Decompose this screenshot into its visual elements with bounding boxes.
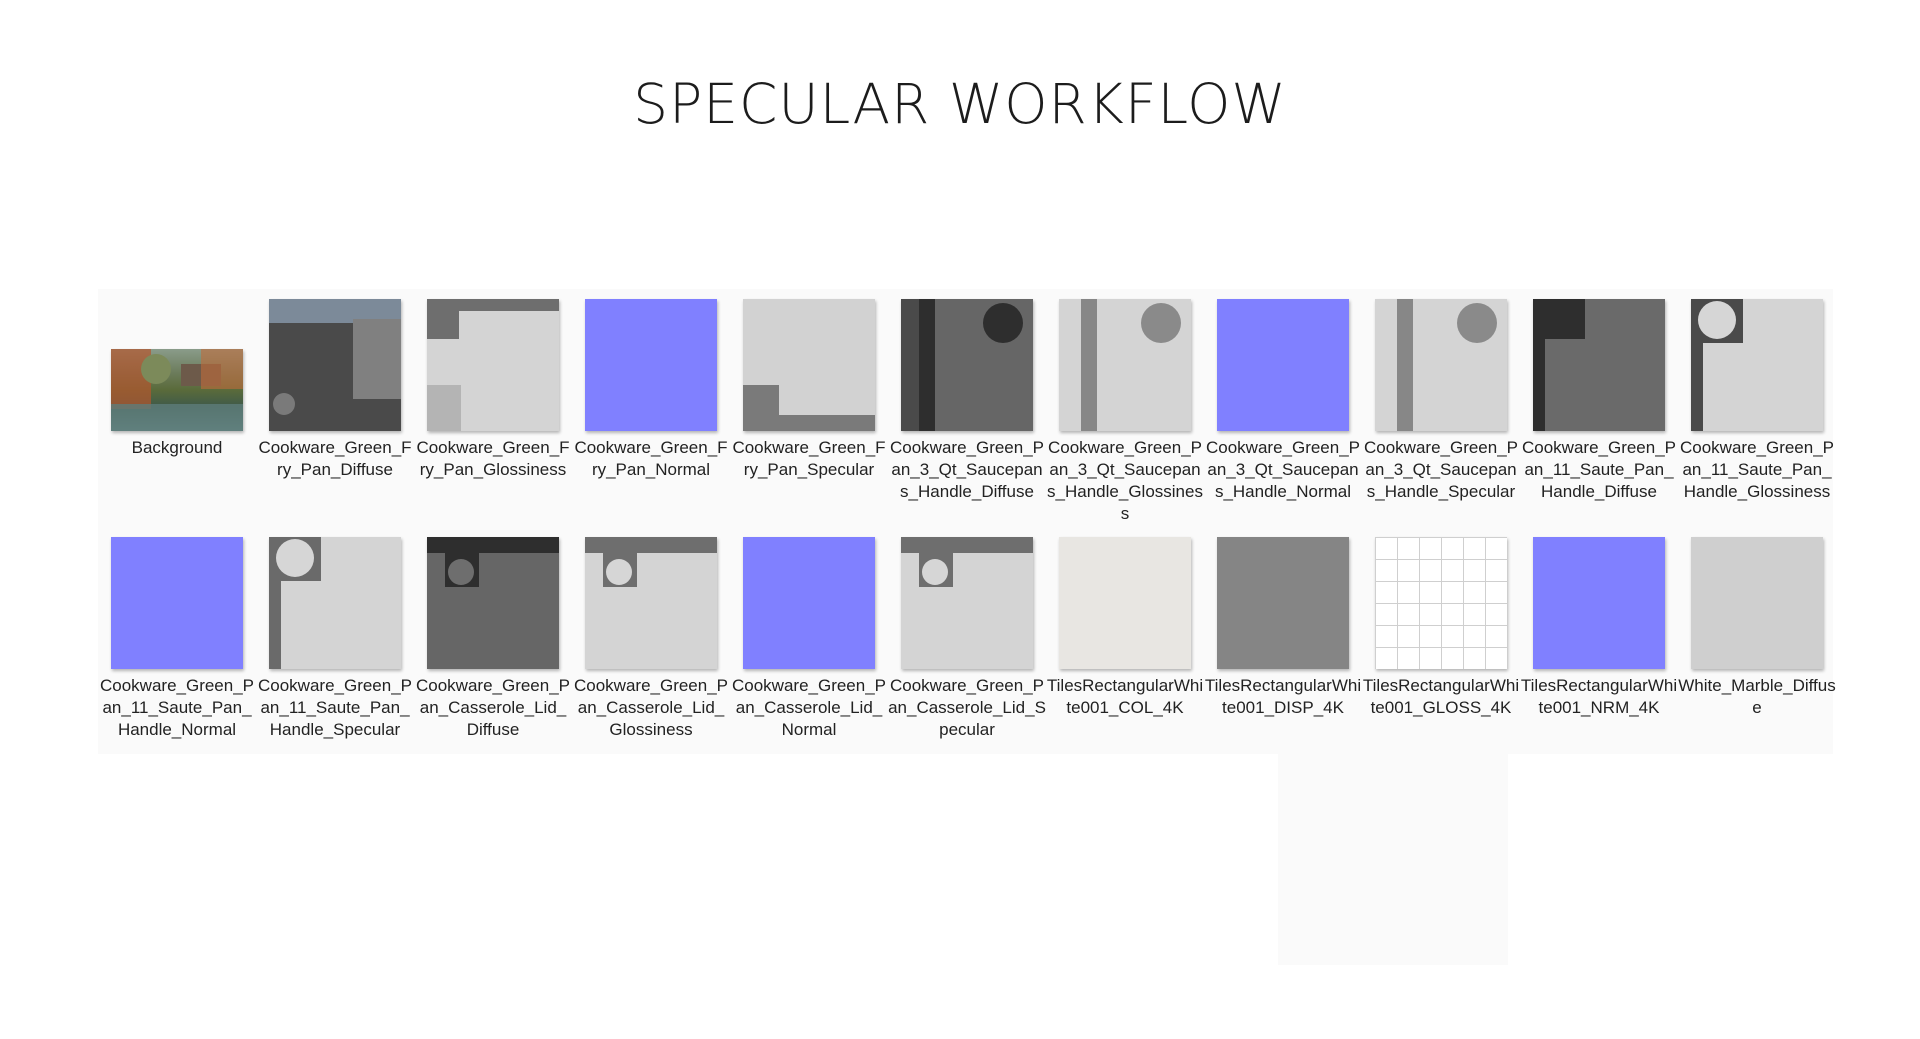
file-name: Cookware_Green_Pan_Casserole_Lid_Specula…: [888, 676, 1046, 739]
texture-thumbnail: [901, 537, 1033, 669]
file-item[interactable]: Cookware_Green_Pan_Casserole_Lid_Normal: [730, 537, 888, 741]
texture-thumbnail: [1375, 537, 1507, 669]
file-item[interactable]: Cookware_Green_Fry_Pan_Glossiness: [414, 299, 572, 481]
file-name: Cookware_Green_Fry_Pan_Diffuse: [258, 438, 412, 479]
file-item[interactable]: TilesRectangularWhite001_COL_4K: [1046, 537, 1204, 719]
file-item[interactable]: Cookware_Green_Pan_Casserole_Lid_Specula…: [888, 537, 1046, 741]
file-item[interactable]: Cookware_Green_Pan_11_Saute_Pan_Handle_G…: [1678, 299, 1836, 503]
file-name: Cookware_Green_Pan_3_Qt_Saucepans_Handle…: [1205, 438, 1361, 501]
file-name: Cookware_Green_Pan_11_Saute_Pan_Handle_S…: [257, 676, 413, 739]
file-item[interactable]: Cookware_Green_Fry_Pan_Specular: [730, 299, 888, 481]
file-name: Cookware_Green_Pan_3_Qt_Saucepans_Handle…: [1047, 438, 1203, 523]
file-item[interactable]: Cookware_Green_Pan_11_Saute_Pan_Handle_S…: [256, 537, 414, 741]
texture-thumbnail: [1533, 299, 1665, 431]
file-item[interactable]: White_Marble_Diffuse: [1678, 537, 1836, 719]
texture-thumbnail: [901, 299, 1033, 431]
file-item[interactable]: Cookware_Green_Fry_Pan_Normal: [572, 299, 730, 481]
file-name: TilesRectangularWhite001_COL_4K: [1046, 676, 1204, 717]
file-name: Cookware_Green_Pan_11_Saute_Pan_Handle_D…: [1521, 438, 1677, 501]
texture-thumbnail: [111, 537, 243, 669]
texture-thumbnail: [269, 537, 401, 669]
texture-thumbnail: [585, 299, 717, 431]
file-name: Cookware_Green_Pan_Casserole_Lid_Diffuse: [415, 676, 571, 739]
file-name: Cookware_Green_Pan_Casserole_Lid_Normal: [731, 676, 887, 739]
file-item[interactable]: Cookware_Green_Pan_11_Saute_Pan_Handle_N…: [98, 537, 256, 741]
texture-thumbnail: [1059, 537, 1191, 669]
file-item[interactable]: TilesRectangularWhite001_NRM_4K: [1520, 537, 1678, 719]
file-item[interactable]: Cookware_Green_Pan_Casserole_Lid_Diffuse: [414, 537, 572, 741]
file-item[interactable]: TilesRectangularWhite001_GLOSS_4K: [1362, 537, 1520, 719]
file-name: TilesRectangularWhite001_NRM_4K: [1520, 676, 1678, 717]
texture-thumbnail: [743, 537, 875, 669]
texture-thumbnail: [743, 299, 875, 431]
file-name: Cookware_Green_Pan_11_Saute_Pan_Handle_G…: [1679, 438, 1835, 501]
file-name: White_Marble_Diffuse: [1678, 676, 1836, 717]
file-name: Cookware_Green_Pan_11_Saute_Pan_Handle_N…: [99, 676, 255, 739]
file-item[interactable]: Background: [98, 299, 256, 459]
file-item[interactable]: Cookware_Green_Pan_3_Qt_Saucepans_Handle…: [888, 299, 1046, 503]
texture-thumbnail: [1217, 537, 1349, 669]
file-item[interactable]: Cookware_Green_Pan_3_Qt_Saucepans_Handle…: [1362, 299, 1520, 503]
file-name: Cookware_Green_Pan_Casserole_Lid_Glossin…: [573, 676, 729, 739]
texture-thumbnail: [1691, 299, 1823, 431]
photo-thumbnail: [111, 349, 243, 431]
texture-thumbnail: [1217, 299, 1349, 431]
file-explorer-view[interactable]: Background Cookware_Green_Fry_Pan_Diffus…: [98, 289, 1836, 754]
file-item[interactable]: Cookware_Green_Pan_11_Saute_Pan_Handle_D…: [1520, 299, 1678, 503]
file-name: Cookware_Green_Pan_3_Qt_Saucepans_Handle…: [1363, 438, 1519, 501]
file-name: Cookware_Green_Fry_Pan_Specular: [732, 438, 886, 479]
file-name: Cookware_Green_Fry_Pan_Normal: [574, 438, 728, 479]
texture-thumbnail: [585, 537, 717, 669]
file-name: Background: [131, 438, 223, 457]
texture-thumbnail: [427, 299, 559, 431]
texture-thumbnail: [269, 299, 401, 431]
file-name: Cookware_Green_Pan_3_Qt_Saucepans_Handle…: [889, 438, 1045, 501]
texture-thumbnail: [1533, 537, 1665, 669]
slide-title: SPECULAR WORKFLOW: [633, 72, 1287, 136]
file-item[interactable]: Cookware_Green_Pan_3_Qt_Saucepans_Handle…: [1046, 299, 1204, 525]
texture-thumbnail: [1059, 299, 1191, 431]
file-item[interactable]: Cookware_Green_Fry_Pan_Diffuse: [256, 299, 414, 481]
file-item[interactable]: Cookware_Green_Pan_3_Qt_Saucepans_Handle…: [1204, 299, 1362, 503]
texture-thumbnail: [1691, 537, 1823, 669]
file-item[interactable]: TilesRectangularWhite001_DISP_4K: [1204, 537, 1362, 719]
texture-thumbnail: [1375, 299, 1507, 431]
background-shape: [1278, 750, 1508, 965]
file-name: Cookware_Green_Fry_Pan_Glossiness: [416, 438, 570, 479]
file-name: TilesRectangularWhite001_DISP_4K: [1204, 676, 1362, 717]
file-name: TilesRectangularWhite001_GLOSS_4K: [1362, 676, 1520, 717]
texture-thumbnail: [427, 537, 559, 669]
file-item[interactable]: Cookware_Green_Pan_Casserole_Lid_Glossin…: [572, 537, 730, 741]
